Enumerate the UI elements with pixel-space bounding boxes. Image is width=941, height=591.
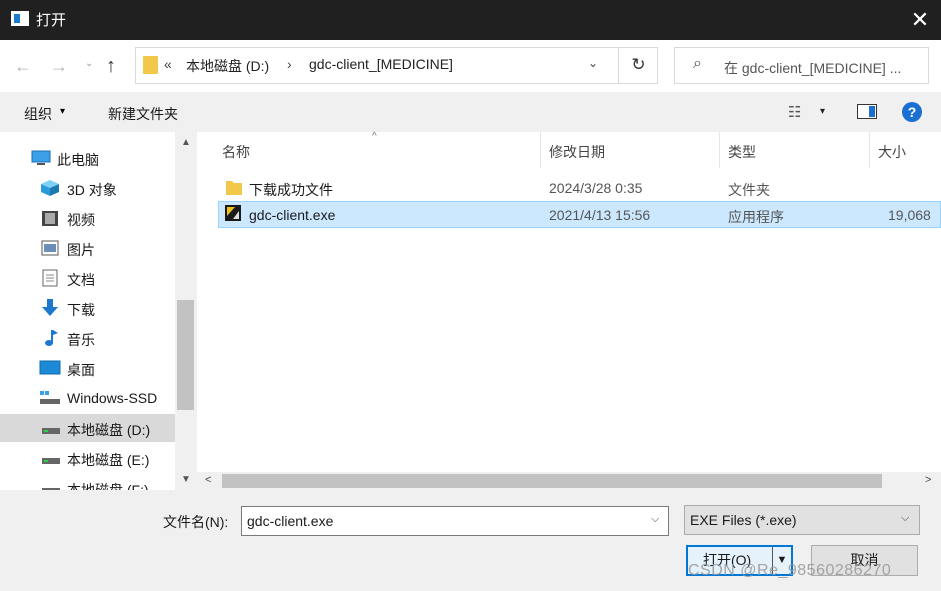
filename-dropdown-icon[interactable]: ⌵: [651, 513, 659, 526]
desktop-icon: [39, 360, 61, 375]
breadcrumb-folder[interactable]: gdc-client_[MEDICINE]: [309, 56, 453, 72]
file-name: gdc-client.exe: [249, 207, 336, 223]
filename-input[interactable]: gdc-client.exe: [241, 506, 669, 536]
filetype-select[interactable]: EXE Files (*.exe): [684, 505, 920, 535]
search-icon: ⌕: [693, 55, 702, 72]
drive-icon: [40, 391, 60, 404]
filename-label: 文件名(N):: [163, 514, 229, 530]
sidebar-item-pictures[interactable]: 图片: [67, 240, 95, 260]
organize-caret-icon[interactable]: ▾: [60, 106, 65, 117]
window-title: 打开: [36, 12, 67, 29]
sidebar-item-this-pc[interactable]: 此电脑: [57, 150, 99, 170]
column-header-date[interactable]: 修改日期: [549, 142, 605, 162]
file-name: 下载成功文件: [249, 182, 333, 198]
document-icon: [42, 269, 58, 287]
scroll-down-icon[interactable]: ▼: [181, 474, 191, 485]
title-bar: [0, 0, 941, 40]
drive-icon: [42, 428, 60, 434]
sidebar-item-music[interactable]: 音乐: [67, 330, 95, 350]
video-icon: [42, 211, 58, 226]
filetype-dropdown-icon[interactable]: ⌵: [901, 512, 909, 525]
sidebar-item-videos[interactable]: 视频: [67, 210, 95, 230]
breadcrumb-drive[interactable]: 本地磁盘 (D:): [186, 56, 269, 76]
exe-icon: [225, 205, 241, 221]
back-button[interactable]: ←: [14, 56, 32, 76]
sort-indicator-icon: ^: [372, 131, 377, 142]
forward-button[interactable]: →: [50, 56, 68, 76]
up-button[interactable]: ↑: [106, 55, 116, 78]
file-type: 应用程序: [728, 209, 784, 225]
window-icon: [11, 11, 29, 26]
sidebar-item-drive-f-clip: 本地磁盘 (F:): [0, 476, 175, 490]
folder-icon: [226, 181, 242, 195]
scroll-left-icon[interactable]: <: [205, 474, 211, 486]
address-dropdown-icon[interactable]: ⌄: [588, 56, 598, 70]
sidebar-item-drive-e[interactable]: 本地磁盘 (E:): [67, 450, 149, 470]
search-placeholder: 在 gdc-client_[MEDICINE] ...: [724, 60, 902, 76]
breadcrumb-separator[interactable]: ›: [287, 56, 292, 72]
drive-icon: [42, 458, 60, 464]
column-header-name[interactable]: 名称: [222, 142, 250, 162]
file-date: 2021/4/13 15:56: [549, 207, 651, 223]
nav-pane-scroll-thumb[interactable]: [177, 300, 194, 410]
sidebar-item-desktop[interactable]: 桌面: [67, 360, 95, 380]
scroll-right-icon[interactable]: >: [925, 474, 931, 486]
new-folder-button[interactable]: 新建文件夹: [108, 104, 178, 124]
watermark: CSDN @Re_98560286270: [688, 562, 892, 579]
refresh-button[interactable]: ↻: [618, 48, 658, 83]
organize-button[interactable]: 组织: [24, 104, 52, 124]
music-icon: [45, 330, 58, 346]
sidebar-item-windows-ssd[interactable]: Windows-SSD: [67, 390, 157, 406]
sidebar-item-3d-objects[interactable]: 3D 对象: [67, 180, 117, 200]
file-type: 文件夹: [728, 182, 770, 198]
column-header-type[interactable]: 类型: [728, 142, 756, 162]
breadcrumb-overflow[interactable]: «: [164, 56, 172, 72]
column-divider[interactable]: [540, 132, 541, 168]
picture-icon: [41, 240, 59, 256]
column-divider[interactable]: [719, 132, 720, 168]
view-caret-icon[interactable]: ▾: [820, 106, 825, 117]
column-divider[interactable]: [869, 132, 870, 168]
scroll-up-icon[interactable]: ▲: [181, 137, 191, 148]
file-size: 19,068: [888, 207, 931, 223]
sidebar-item-documents[interactable]: 文档: [67, 270, 95, 290]
view-options-icon[interactable]: ☷: [788, 103, 801, 121]
close-button[interactable]: ✕: [906, 6, 934, 34]
sidebar-item-downloads[interactable]: 下载: [67, 300, 95, 320]
download-icon: [42, 299, 58, 316]
column-header-size[interactable]: 大小: [878, 142, 906, 162]
cube-icon: [41, 180, 59, 196]
file-date: 2024/3/28 0:35: [549, 180, 643, 196]
preview-pane-icon[interactable]: [857, 104, 877, 119]
folder-icon: [143, 56, 158, 74]
help-icon[interactable]: ?: [902, 102, 922, 122]
recent-locations-button[interactable]: ⌄: [85, 58, 93, 69]
hscroll-thumb[interactable]: [222, 474, 882, 488]
sidebar-item-drive-d[interactable]: 本地磁盘 (D:): [67, 420, 150, 440]
sidebar-item-drive-f[interactable]: 本地磁盘 (F:): [67, 480, 149, 490]
computer-icon: [31, 150, 51, 165]
